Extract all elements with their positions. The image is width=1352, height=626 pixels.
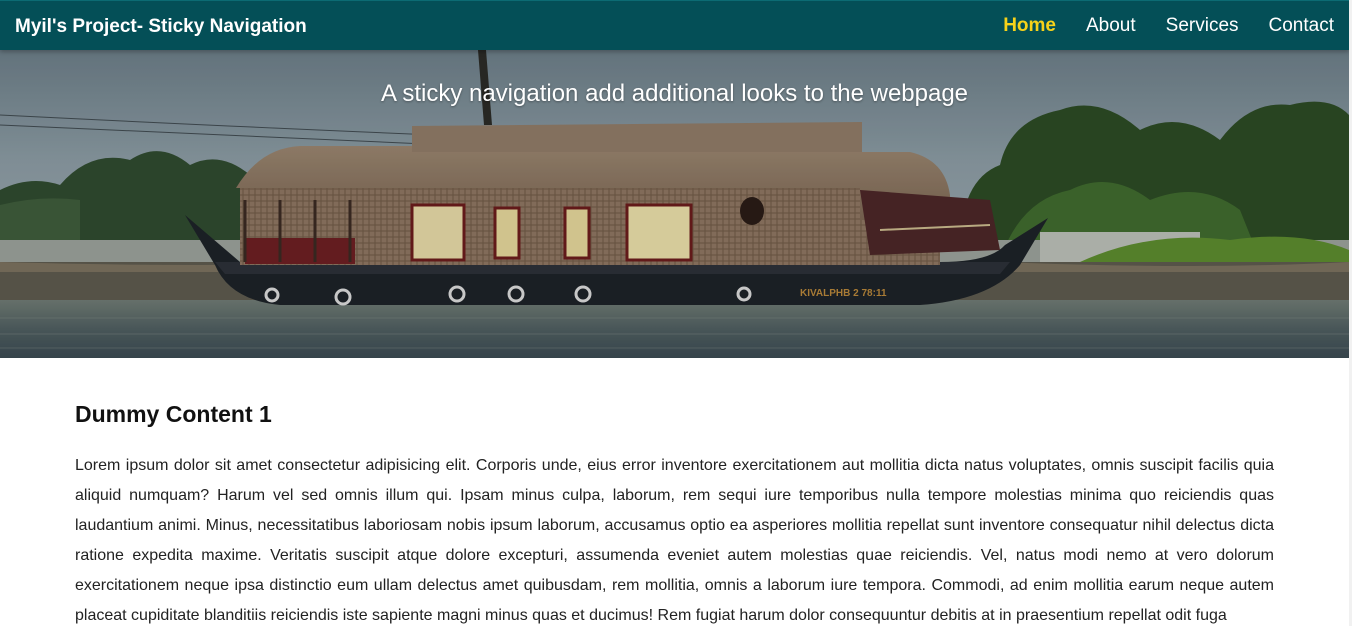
content-paragraph: Lorem ipsum dolor sit amet consectetur a… [75, 457, 1274, 624]
hero-subtitle: A sticky navigation add additional looks… [380, 80, 969, 107]
nav-link-contact[interactable]: Contact [1269, 15, 1334, 37]
sticky-navbar: Myil's Project- Sticky Navigation Home A… [0, 0, 1349, 50]
content-section: Dummy Content 1 Lorem ipsum dolor sit am… [75, 398, 1274, 626]
nav-link-home[interactable]: Home [1003, 15, 1056, 37]
page: KIVALPHB 2 78:11 A sticky navigation add… [0, 0, 1352, 626]
site-brand[interactable]: Myil's Project- Sticky Navigation [15, 16, 307, 38]
nav-link-about[interactable]: About [1086, 15, 1136, 37]
content-heading: Dummy Content 1 [75, 401, 272, 427]
houseboat-photo: KIVALPHB 2 78:11 [0, 0, 1349, 358]
nav-menu: Home About Services Contact [973, 15, 1334, 37]
nav-link-services[interactable]: Services [1166, 15, 1239, 37]
hero-banner: KIVALPHB 2 78:11 A sticky navigation add… [0, 0, 1349, 358]
